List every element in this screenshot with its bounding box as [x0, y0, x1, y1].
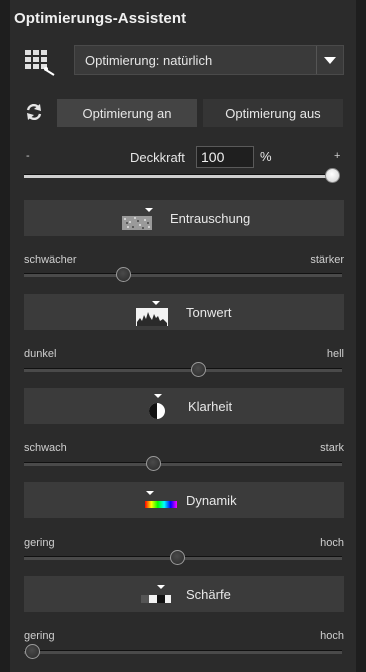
chevron-down-icon[interactable]: [316, 46, 343, 74]
noise-max-label: stärker: [310, 254, 344, 266]
tonal-slider-track[interactable]: [24, 368, 342, 372]
noise-min-label: schwächer: [24, 254, 77, 266]
noise-icon: [122, 208, 153, 230]
sharpness-slider-track[interactable]: [24, 650, 342, 654]
noise-slider-thumb[interactable]: [115, 267, 131, 282]
opacity-slider-thumb[interactable]: [325, 168, 340, 183]
optimization-off-button[interactable]: Optimierung aus: [203, 99, 343, 127]
clarity-max-label: stark: [320, 442, 344, 454]
contrast-circle-icon: [149, 394, 165, 419]
sharpness-slider-thumb[interactable]: [25, 644, 40, 659]
sharpness-icon: [141, 585, 171, 603]
dynamics-slider-thumb[interactable]: [169, 550, 185, 565]
dynamics-label: Dynamik: [186, 493, 237, 508]
sync-icon[interactable]: [24, 102, 44, 122]
opacity-slider-track[interactable]: [24, 174, 334, 178]
sharpness-min-label: gering: [24, 630, 55, 642]
noise-reduction-label: Entrauschung: [170, 211, 251, 226]
tonal-value-button[interactable]: Tonwert: [24, 294, 344, 330]
grid-wand-icon[interactable]: [24, 48, 58, 76]
clarity-min-label: schwach: [24, 442, 67, 454]
sharpness-max-label: hoch: [320, 630, 344, 642]
clarity-label: Klarheit: [188, 399, 233, 414]
preset-value: Optimierung: natürlich: [85, 53, 213, 68]
noise-reduction-button[interactable]: Entrauschung: [24, 200, 344, 236]
optimization-on-button[interactable]: Optimierung an: [57, 99, 197, 127]
clarity-slider-thumb[interactable]: [145, 456, 161, 471]
tonal-value-label: Tonwert: [186, 305, 232, 320]
opacity-plus-label: +: [334, 150, 341, 162]
opacity-label: Deckkraft: [130, 150, 185, 165]
dynamics-min-label: gering: [24, 537, 55, 549]
histogram-icon: [136, 301, 168, 326]
opacity-minus-label: -: [26, 150, 30, 162]
sharpness-button[interactable]: Schärfe: [24, 576, 344, 612]
preset-select[interactable]: Optimierung: natürlich: [74, 45, 344, 75]
tonal-max-label: hell: [326, 348, 344, 360]
opacity-slider-fill: [24, 175, 334, 178]
dynamics-button[interactable]: Dynamik: [24, 482, 344, 518]
panel-title: Optimierungs-Assistent: [14, 10, 187, 27]
noise-slider-track[interactable]: [24, 273, 342, 277]
tonal-min-label: dunkel: [24, 348, 57, 360]
clarity-slider-track[interactable]: [24, 462, 342, 466]
spectrum-icon: [145, 491, 177, 508]
tonal-slider-thumb[interactable]: [191, 362, 207, 377]
clarity-button[interactable]: Klarheit: [24, 388, 344, 424]
sharpness-label: Schärfe: [186, 587, 231, 602]
dynamics-max-label: hoch: [320, 537, 344, 549]
opacity-input[interactable]: [196, 146, 254, 168]
opacity-unit: %: [260, 149, 272, 164]
